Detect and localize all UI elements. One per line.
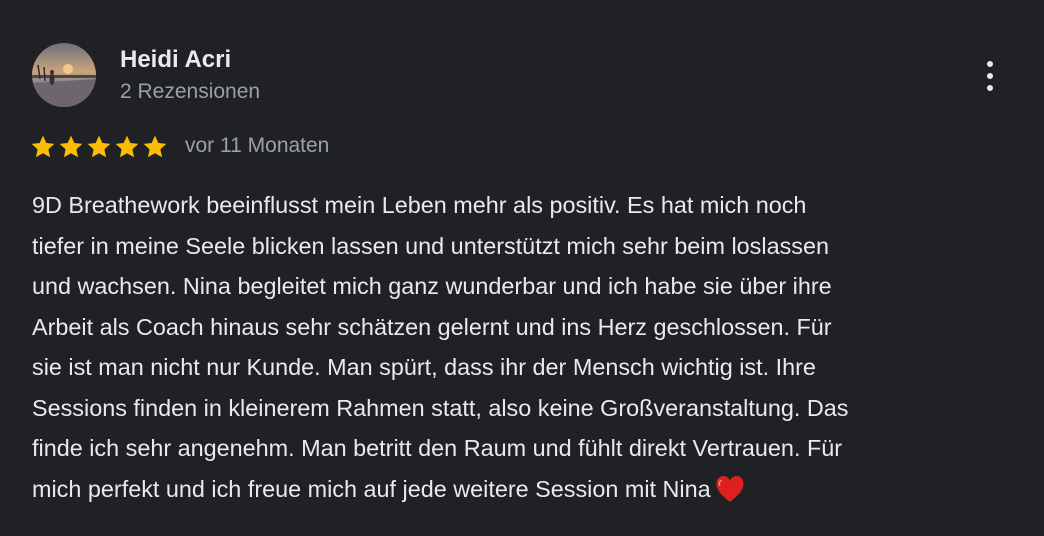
stars-container	[30, 134, 168, 160]
review-date: vor 11 Monaten	[185, 134, 330, 157]
review-text-line: Sessions finden in kleinerem Rahmen stat…	[32, 394, 849, 421]
review-text-line: mich perfekt und ich freue mich auf jede…	[32, 475, 711, 502]
review-text-line: Arbeit als Coach hinaus sehr schätzen ge…	[32, 313, 832, 340]
heart-icon	[716, 475, 744, 502]
star-icon	[31, 135, 55, 158]
more-vertical-icon	[987, 61, 993, 67]
review-text-line: 9D Breathework beeinflusst mein Leben me…	[32, 192, 807, 218]
star-icon	[87, 135, 111, 158]
review-text-line-last: mich perfekt und ich freue mich auf jede…	[32, 469, 1022, 510]
star-icon	[143, 135, 167, 158]
review-card: Heidi Acri 2 Rezensionen vor 11 Monaten …	[0, 0, 1044, 536]
review-text-line: tiefer in meine Seele blicken lassen und…	[32, 232, 829, 259]
review-text-line: sie ist man nicht nur Kunde. Man spürt, …	[32, 354, 816, 380]
more-vertical-icon-dot-3	[987, 85, 993, 91]
star-icon	[59, 135, 83, 158]
star-rating	[30, 134, 168, 160]
more-vertical-icon-dot-2	[987, 73, 993, 79]
author-avatar[interactable]	[32, 43, 96, 107]
more-options-button[interactable]	[970, 56, 1010, 96]
star-icon	[115, 135, 139, 158]
review-text: 9D Breathework beeinflusst mein Leben me…	[32, 185, 1022, 509]
review-text-line: und wachsen. Nina begleitet mich ganz wu…	[32, 273, 832, 299]
author-name[interactable]: Heidi Acri	[120, 46, 231, 74]
review-text-line: finde ich sehr angenehm. Man betritt den…	[32, 435, 843, 461]
author-review-count: 2 Rezensionen	[120, 80, 261, 103]
avatar-photo-icon	[32, 43, 96, 107]
